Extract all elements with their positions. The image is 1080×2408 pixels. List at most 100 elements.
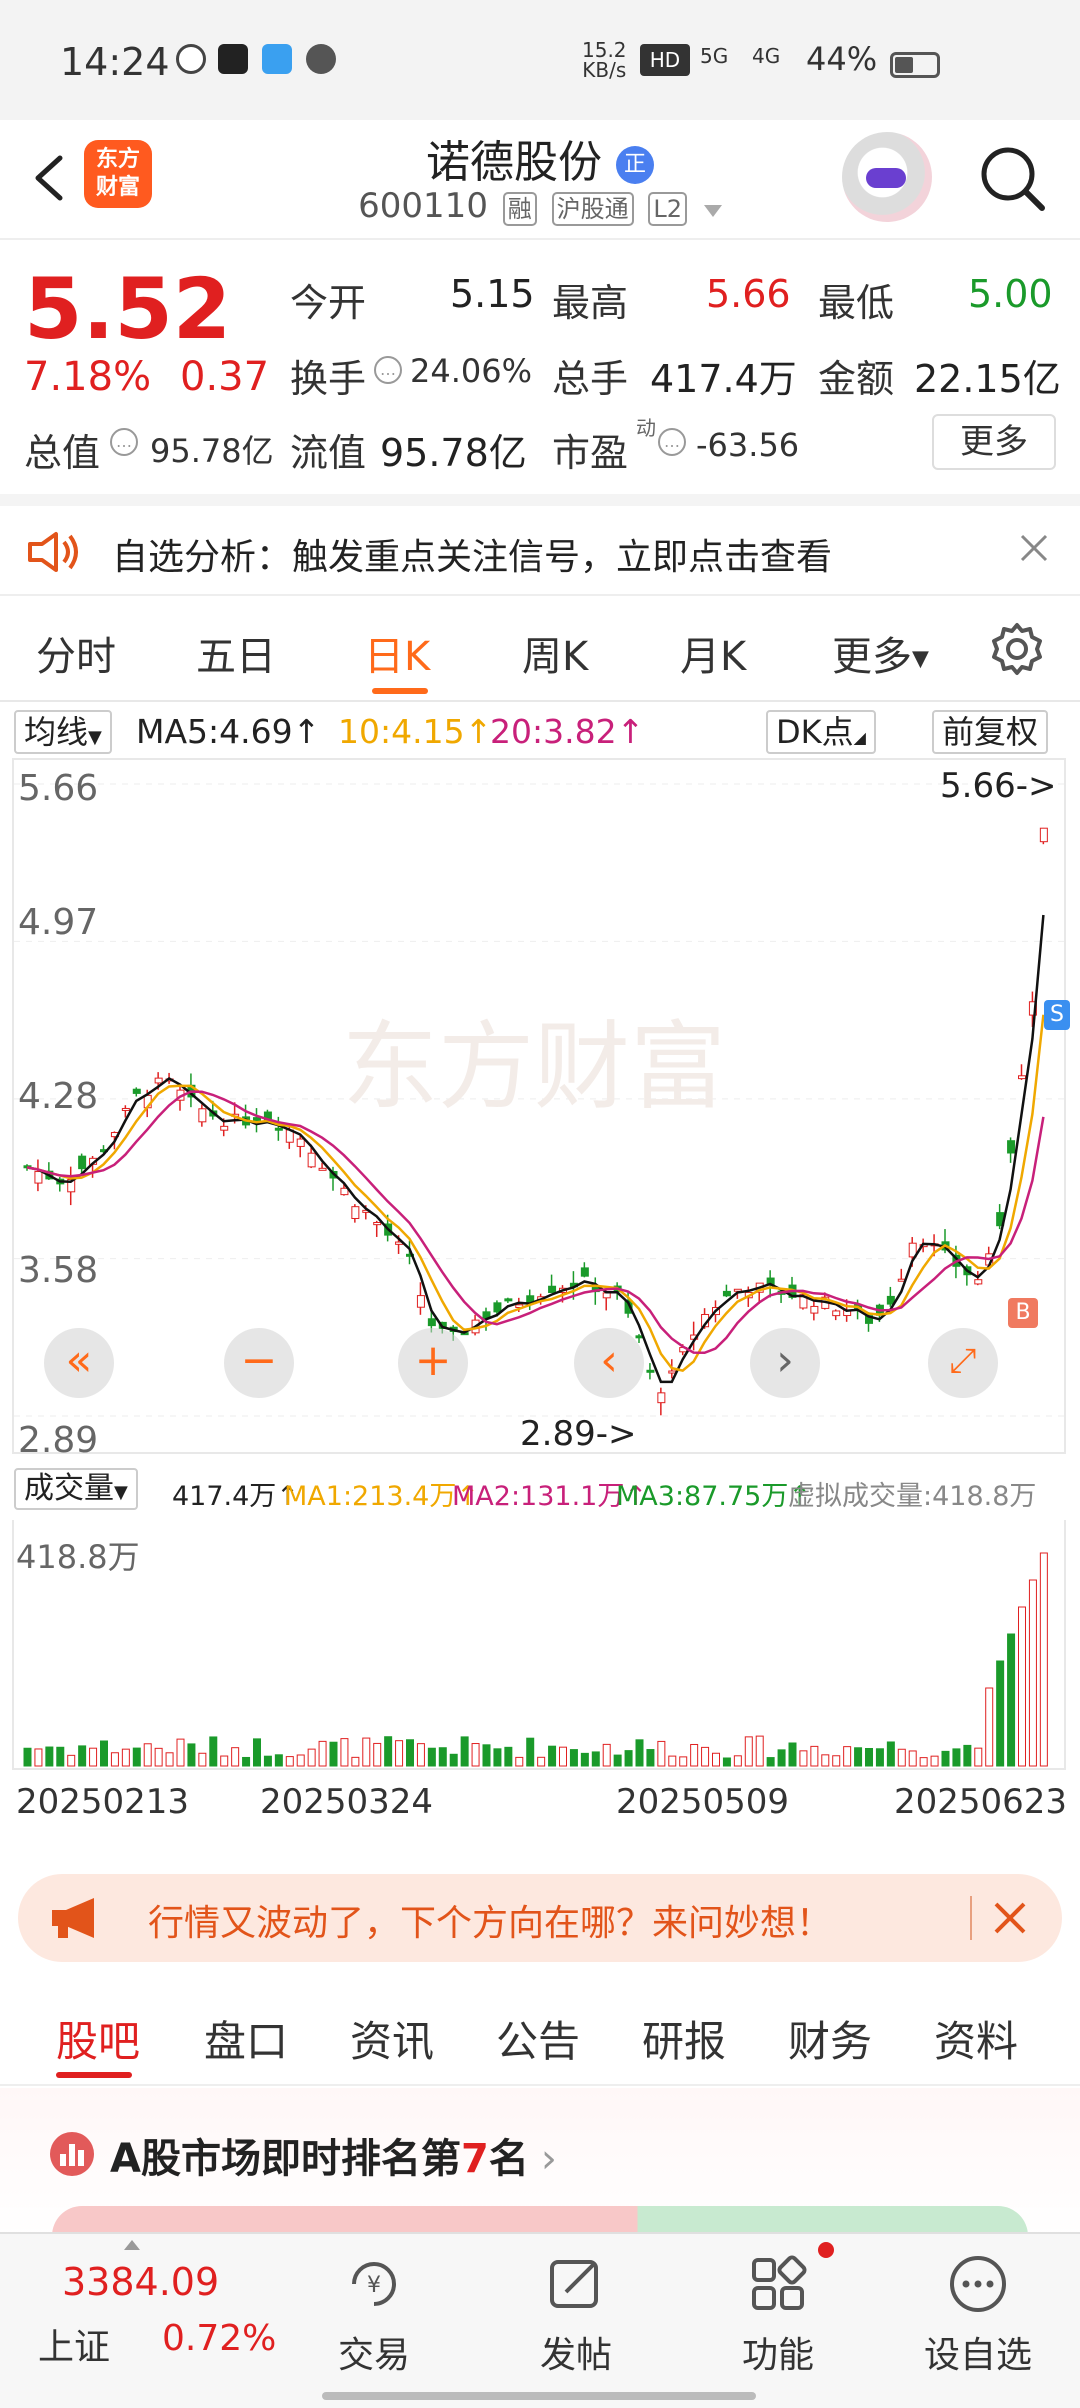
scroll-right-icon[interactable]: › [750,1328,820,1398]
nav-trade[interactable]: 交易 [304,2326,444,2378]
nav-function[interactable]: 功能 [708,2326,848,2378]
tab-profile[interactable]: 资料 [934,2008,1018,2069]
volume-bar [799,1750,808,1767]
candle [580,1267,589,1277]
volume-bar [1028,1579,1037,1767]
volume-bar [580,1752,589,1767]
volume-value: 417.4万↑ [172,1481,299,1512]
assistant-robot-icon[interactable] [842,132,932,222]
post-icon[interactable] [544,2252,608,2316]
nav-add-watchlist[interactable]: 设自选 [908,2326,1048,2378]
volume-bar [296,1754,305,1767]
function-icon[interactable] [746,2252,810,2316]
tiktok-icon [218,44,248,74]
status-time: 14:24 [60,40,170,84]
volume-bar [373,1742,382,1767]
speaker-icon [28,532,78,572]
tab-more[interactable]: 更多▼ [832,624,929,682]
tab-finance[interactable]: 财务 [788,2008,872,2069]
notice-bar[interactable]: 自选分析：触发重点关注信号，立即点击查看 [0,494,1080,596]
trade-icon[interactable]: ¥ [342,2252,406,2316]
sell-badge: S [1044,1000,1070,1030]
ma5-value: MA5:4.69↑ [136,712,321,751]
volume-bar [646,1749,655,1767]
candle [132,1088,141,1094]
volume-indicator-select[interactable]: 成交量▼ [14,1468,138,1510]
float-value-label: 流值 [290,431,367,475]
expand-up-icon[interactable] [124,2240,140,2250]
candlestick-chart[interactable]: 东方财富 5.66 4.97 4.28 3.58 2.89 5.66-> 2.8… [12,758,1070,1461]
close-icon[interactable] [990,1898,1030,1938]
tab-five-day[interactable]: 五日 [196,624,276,682]
tab-intraday[interactable]: 分时 [36,624,116,682]
search-icon[interactable] [974,140,1050,216]
scroll-left-far-icon[interactable]: « [44,1328,114,1398]
tab-news[interactable]: 资讯 [350,2008,434,2069]
info-icon[interactable]: … [374,356,402,384]
pe-superscript: 动 [636,416,656,440]
current-price: 5.52 [24,260,232,358]
volume-bar [996,1660,1005,1767]
info-icon[interactable]: … [110,428,138,456]
date-label: 20250213 [16,1782,190,1822]
market-rank-row[interactable]: A股市场即时排名第7名 › [0,2088,1080,2246]
index-pct: 0.72% [162,2318,277,2359]
volume-bar [974,1747,983,1767]
gear-icon[interactable] [988,620,1046,678]
candle [504,1298,513,1302]
5g-signal-icon: 5G [700,44,729,68]
volume-bar [471,1743,480,1767]
tab-monthly-k[interactable]: 月K [680,624,746,682]
volume-max-label: 418.8万 [16,1538,140,1576]
zoom-out-icon[interactable]: − [224,1328,294,1398]
chevron-down-icon[interactable] [703,205,722,217]
more-button[interactable]: 更多 [932,414,1056,470]
nav-post[interactable]: 发帖 [506,2326,646,2378]
y-label: 4.28 [18,1076,99,1117]
volume-bar [537,1756,546,1767]
zoom-in-icon[interactable]: + [398,1328,468,1398]
ma-type-select[interactable]: 均线▼ [14,710,112,754]
watermark: 东方财富 [342,1011,726,1123]
index-value[interactable]: 3384.09 [62,2260,219,2304]
ma10-value: 10:4.15↑ [338,712,493,751]
volume-bar [755,1735,764,1767]
verified-icon: 正 [616,146,654,184]
tab-guba[interactable]: 股吧 [56,2008,140,2069]
volume-bar [449,1753,458,1767]
tab-daily-k[interactable]: 日K [364,624,430,682]
volume-bar [23,1747,32,1767]
index-name: 上证 [38,2327,111,2368]
volume-bar [482,1744,491,1767]
volume-bar [242,1756,251,1767]
candle [78,1155,87,1170]
more-dots-icon[interactable] [946,2252,1010,2316]
tag-margin: 融 [502,192,537,226]
close-icon[interactable] [1014,528,1054,568]
tab-pankou[interactable]: 盘口 [204,2008,288,2069]
volume-bar [1007,1633,1016,1767]
tab-weekly-k[interactable]: 周K [522,624,588,682]
hd-icon: HD [640,44,690,76]
volume-bar [460,1736,469,1767]
ai-banner[interactable]: 行情又波动了，下个方向在哪？来问妙想！ [18,1874,1062,1962]
volume-bar [602,1743,611,1767]
open-label: 今开 [290,281,367,325]
4g-signal-icon: 4G [752,44,781,68]
tab-research[interactable]: 研报 [642,2008,726,2069]
high-value: 5.66 [706,272,791,316]
scroll-left-icon[interactable]: ‹ [574,1328,644,1398]
volume-bar [318,1740,327,1767]
chart-period-tabs: 分时 五日 日K 周K 月K 更多▼ [0,596,1080,702]
volume-bar [690,1743,699,1767]
change-percent: 7.18% [24,354,152,400]
info-icon[interactable]: … [658,428,686,456]
dk-point-button[interactable]: DK点◢ [766,710,876,754]
volume-bar [668,1755,677,1767]
tab-announcement[interactable]: 公告 [496,2008,580,2069]
expand-icon[interactable]: ⤢ [928,1328,998,1398]
candle [832,1310,841,1317]
volume-bar [307,1748,316,1767]
volume-chart[interactable]: 418.8万 [12,1520,1066,1770]
adjust-button[interactable]: 前复权 [932,710,1049,754]
